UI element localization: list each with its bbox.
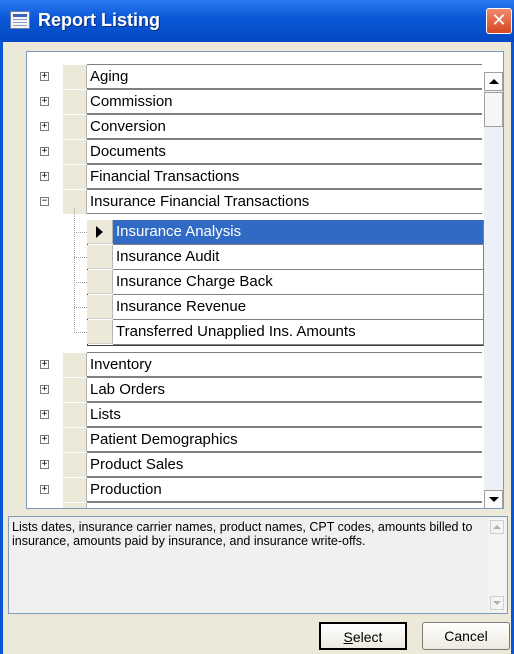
tree-row-label: Conversion	[87, 115, 482, 139]
report-description: Lists dates, insurance carrier names, pr…	[8, 516, 508, 614]
row-indicator-cell	[63, 403, 87, 427]
description-scrollbar[interactable]	[488, 518, 506, 612]
sub-report-label: Insurance Audit	[113, 245, 483, 270]
tree-row[interactable]: +Quick List	[27, 502, 485, 508]
dialog-body: + Aging + Commission + Conversion + Documents + F…	[3, 42, 511, 654]
tree-connector	[74, 208, 75, 333]
tree-row[interactable]: + Commission	[27, 89, 485, 115]
select-button[interactable]: Select	[319, 622, 407, 650]
collapse-icon[interactable]: −	[40, 197, 49, 206]
row-indicator-cell	[87, 245, 113, 269]
row-indicator-cell	[63, 378, 87, 402]
report-listing-window: Report Listing ✕ + Aging + Commission + Conve…	[0, 0, 514, 654]
row-indicator-cell	[63, 165, 87, 189]
scroll-thumb[interactable]	[484, 92, 503, 127]
report-tree: + Aging + Commission + Conversion + Documents + F…	[26, 51, 504, 509]
row-indicator-cell	[87, 320, 113, 344]
sub-report-label: Insurance Analysis	[113, 220, 483, 245]
expand-icon[interactable]: +	[40, 460, 49, 469]
tree-row-label: Lists	[87, 403, 482, 427]
expand-icon[interactable]: +	[40, 410, 49, 419]
tree-connector	[74, 232, 87, 233]
tree-row-label: Aging	[87, 65, 482, 89]
tree-row-label: Lab Orders	[87, 378, 482, 402]
sub-report-label: Transferred Unapplied Ins. Amounts	[113, 320, 483, 345]
tree-connector	[74, 307, 87, 308]
tree-connector	[74, 282, 87, 283]
sub-report-row[interactable]: Insurance Analysis	[87, 220, 483, 245]
sub-report-label: Insurance Charge Back	[113, 270, 483, 295]
tree-row[interactable]: − Insurance Financial Transactions	[27, 189, 485, 215]
expand-icon[interactable]: +	[40, 435, 49, 444]
expand-icon[interactable]: +	[40, 122, 49, 131]
tree-vertical-scrollbar[interactable]	[484, 72, 503, 508]
expand-icon[interactable]: +	[40, 385, 49, 394]
tree-row[interactable]: + Patient Demographics	[27, 427, 485, 453]
expand-icon[interactable]: +	[40, 360, 49, 369]
row-indicator-cell	[63, 428, 87, 452]
tree-row[interactable]: + Financial Transactions	[27, 164, 485, 190]
tree-row-label: Financial Transactions	[87, 165, 482, 189]
window-title: Report Listing	[38, 10, 160, 30]
expand-icon[interactable]: +	[40, 72, 49, 81]
scroll-up-button[interactable]	[484, 72, 503, 91]
row-indicator-cell	[63, 453, 87, 477]
tree-row-label: Commission	[87, 90, 482, 114]
tree-row[interactable]: + Aging	[27, 64, 485, 90]
sub-report-row[interactable]: Insurance Revenue	[87, 295, 483, 320]
row-indicator-cell	[63, 90, 87, 114]
row-indicator-cell	[87, 270, 113, 294]
expand-icon[interactable]: +	[40, 147, 49, 156]
close-button[interactable]: ✕	[486, 8, 512, 34]
tree-row-label: Inventory	[87, 353, 482, 377]
select-label: Select	[343, 629, 383, 645]
row-indicator-cell	[63, 190, 87, 214]
row-indicator-cell	[63, 353, 87, 377]
tree-row[interactable]: + Product Sales	[27, 452, 485, 478]
description-text: Lists dates, insurance carrier names, pr…	[12, 520, 473, 548]
tree-row[interactable]: + Lists	[27, 402, 485, 428]
row-indicator-cell	[63, 478, 87, 502]
tree-row[interactable]: + Conversion	[27, 114, 485, 140]
tree-row-label: Product Sales	[87, 453, 482, 477]
description-scroll-down-icon[interactable]	[490, 596, 504, 610]
expand-icon[interactable]: +	[40, 485, 49, 494]
tree-row-label: Documents	[87, 140, 482, 164]
tree-row[interactable]: + Documents	[27, 139, 485, 165]
tree-row[interactable]: + Lab Orders	[27, 377, 485, 403]
sub-report-row[interactable]: Insurance Audit	[87, 245, 483, 270]
title-bar[interactable]: Report Listing ✕	[0, 0, 514, 42]
tree-row[interactable]: + Production	[27, 477, 485, 503]
expand-icon[interactable]: +	[40, 172, 49, 181]
description-scroll-up-icon[interactable]	[490, 520, 504, 534]
expand-icon[interactable]: +	[40, 97, 49, 106]
sub-report-row[interactable]: Insurance Charge Back	[87, 270, 483, 295]
row-indicator-cell	[63, 503, 87, 508]
row-indicator-cell	[63, 65, 87, 89]
tree-row-label: Production	[87, 478, 482, 502]
tree-row-label: Quick List	[87, 503, 482, 508]
sub-report-label: Insurance Revenue	[113, 295, 483, 320]
cancel-button[interactable]: Cancel	[422, 622, 510, 650]
row-indicator-cell	[63, 140, 87, 164]
tree-connector	[74, 332, 87, 333]
tree-row[interactable]: + Inventory	[27, 352, 485, 378]
tree-row-label: Patient Demographics	[87, 428, 482, 452]
row-indicator-cell	[63, 115, 87, 139]
row-indicator-cell	[87, 295, 113, 319]
tree-row-label: Insurance Financial Transactions	[87, 190, 482, 214]
current-row-arrow-icon	[87, 220, 113, 244]
scroll-down-button[interactable]	[484, 490, 503, 508]
report-icon	[10, 11, 30, 29]
sub-report-row[interactable]: Transferred Unapplied Ins. Amounts	[87, 320, 483, 345]
tree-connector	[74, 257, 87, 258]
